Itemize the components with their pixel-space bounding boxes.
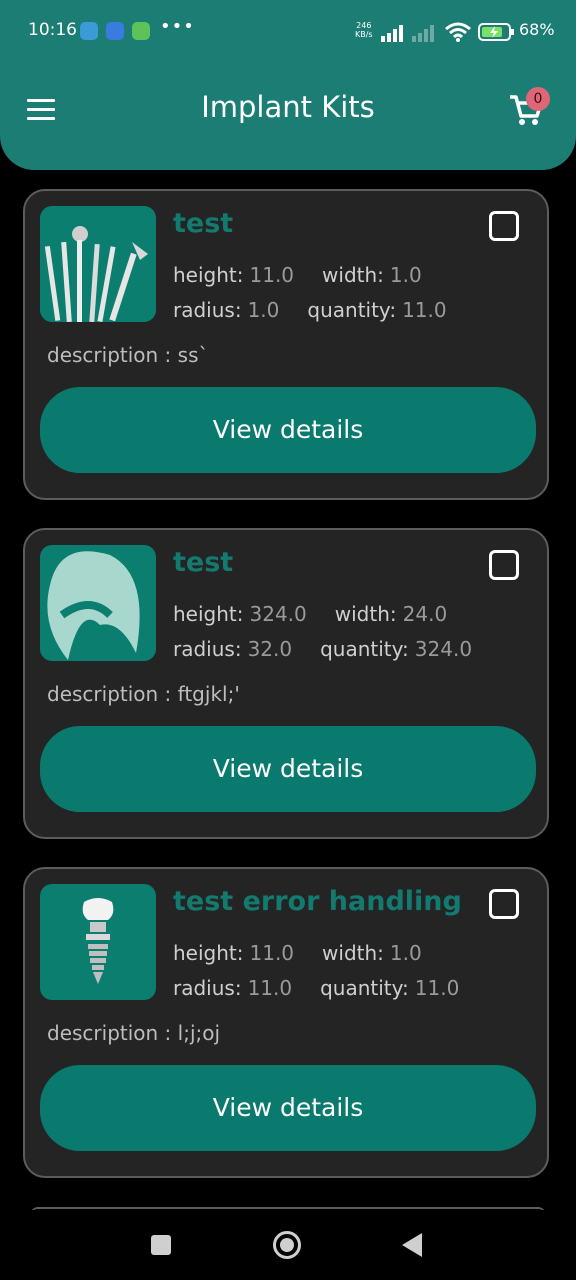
cart-count-badge: 0 (526, 87, 550, 111)
kit-select-checkbox[interactable] (489, 211, 519, 241)
app-bar: 10:16 ••• 246 KB/s 68% Implant Kits 0 (0, 0, 576, 170)
page-title: Implant Kits (201, 90, 375, 124)
messenger-icon (106, 22, 124, 40)
more-notifications-icon: ••• (160, 16, 195, 37)
signal-icon (381, 25, 403, 42)
status-time: 10:16 (28, 20, 77, 40)
kit-description: description : ss` (47, 343, 209, 367)
width-value: 24.0 (402, 602, 448, 626)
width-value: 1.0 (389, 263, 422, 287)
kit-properties: height: 11.0 width: 1.0 radius: 11.0 quantity… (173, 941, 459, 1011)
radius-label: radius: (173, 976, 242, 1000)
kit-select-checkbox[interactable] (489, 889, 519, 919)
status-bar: 10:16 ••• 246 KB/s 68% (0, 0, 576, 60)
quantity-label: quantity: (320, 637, 409, 661)
wifi-icon (445, 22, 471, 42)
quantity-value: 11.0 (402, 298, 447, 322)
height-label: height: (173, 602, 244, 626)
height-label: height: (173, 263, 244, 287)
kit-card: test height: 11.0 width: 1.0 radius: 1.0 quan… (23, 189, 549, 500)
view-details-button[interactable]: View details (40, 387, 536, 473)
height-value: 11.0 (249, 263, 295, 287)
network-speed: 246 KB/s (355, 21, 373, 39)
radius-label: radius: (173, 298, 242, 322)
radius-value: 1.0 (247, 298, 280, 322)
quantity-label: quantity: (307, 298, 397, 322)
kit-properties: height: 11.0 width: 1.0 radius: 1.0 quantity:… (173, 263, 447, 333)
home-button[interactable] (273, 1231, 301, 1259)
height-label: height: (173, 941, 244, 965)
kit-card: test height: 324.0 width: 24.0 radius: 32.0 q… (23, 528, 549, 839)
quantity-label: quantity: (320, 976, 409, 1000)
kit-select-checkbox[interactable] (489, 550, 519, 580)
kit-card: test error handling height: 11.0 width: 1.0… (23, 867, 549, 1178)
kit-image (40, 884, 156, 1000)
signal-2-icon (412, 25, 434, 42)
kit-image (40, 545, 156, 661)
view-details-button[interactable]: View details (40, 726, 536, 812)
kit-image (40, 206, 156, 322)
kit-list[interactable]: test height: 11.0 width: 1.0 radius: 1.0 quan… (0, 170, 576, 1210)
width-label: width: (334, 602, 397, 626)
battery-percent: 68% (519, 20, 555, 39)
battery-icon (478, 23, 514, 41)
quantity-value: 324.0 (414, 637, 473, 661)
radius-label: radius: (173, 637, 242, 661)
kit-properties: height: 324.0 width: 24.0 radius: 32.0 quanti… (173, 602, 472, 672)
height-value: 11.0 (249, 941, 295, 965)
system-nav-bar (0, 1210, 576, 1280)
radius-value: 32.0 (247, 637, 293, 661)
kit-description: description : l;j;oj (47, 1021, 221, 1045)
width-label: width: (322, 941, 384, 965)
height-value: 324.0 (249, 602, 307, 626)
kit-description: description : ftgjkl;' (47, 682, 240, 706)
kit-name: test error handling (173, 886, 462, 917)
android-icon (132, 22, 150, 40)
view-details-button[interactable]: View details (40, 1065, 536, 1151)
kit-name: test (173, 547, 234, 578)
width-label: width: (322, 263, 384, 287)
width-value: 1.0 (389, 941, 422, 965)
radius-value: 11.0 (247, 976, 293, 1000)
kit-name: test (173, 208, 234, 239)
quantity-value: 11.0 (414, 976, 460, 1000)
telegram-icon (80, 22, 98, 40)
recents-button[interactable] (151, 1235, 171, 1255)
back-button[interactable] (402, 1233, 422, 1257)
